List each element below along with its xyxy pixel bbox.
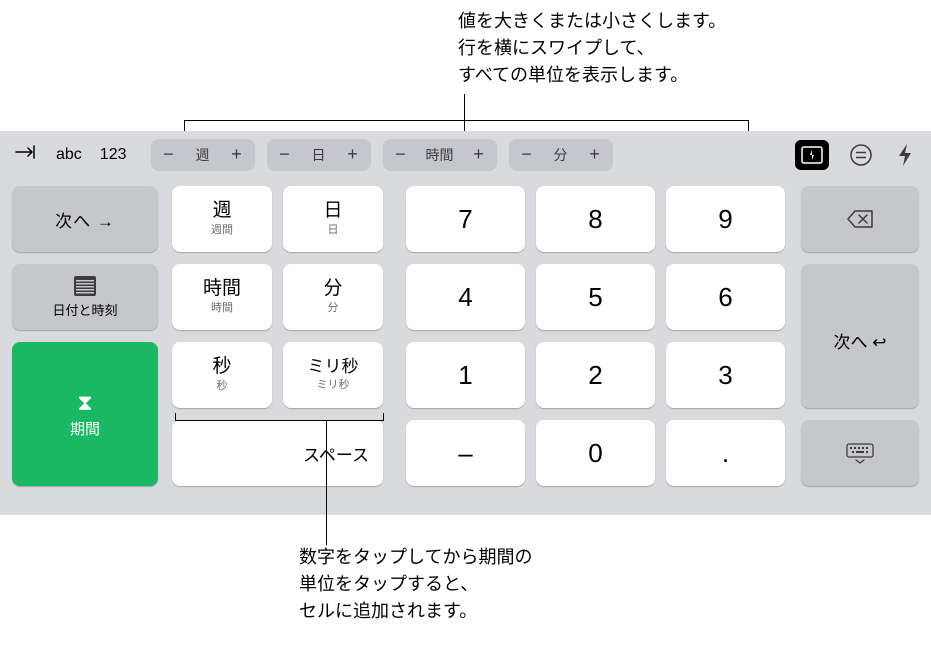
enter-key[interactable]: 次へ ↩︎ bbox=[801, 264, 919, 408]
num-key-9[interactable]: 9 bbox=[666, 186, 785, 252]
stepper-plus-button[interactable]: + bbox=[577, 139, 613, 171]
formula-icon[interactable] bbox=[849, 143, 873, 167]
duration-label: 期間 bbox=[70, 418, 100, 439]
keyboard-panel: abc 123 − 週 + − 日 + − 時間 + − 分 + bbox=[0, 131, 931, 515]
callout-line bbox=[326, 420, 327, 545]
duration-mode-icon[interactable] bbox=[795, 140, 829, 170]
toolbar-left: abc 123 bbox=[14, 142, 127, 167]
unit-sub: 分 bbox=[328, 299, 339, 315]
space-label: スペース bbox=[172, 441, 383, 466]
datetime-button[interactable]: 日付と時刻 bbox=[12, 264, 158, 330]
unit-main: ミリ秒 bbox=[308, 358, 359, 377]
delete-icon bbox=[846, 209, 874, 229]
stepper-label: 週 bbox=[187, 145, 219, 165]
stepper-minus-button[interactable]: − bbox=[267, 139, 303, 171]
stepper-label: 時間 bbox=[419, 145, 461, 165]
num-key-0[interactable]: 0 bbox=[536, 420, 655, 486]
enter-label: 次へ ↩︎ bbox=[834, 328, 887, 353]
num-key-1[interactable]: 1 bbox=[406, 342, 525, 408]
unit-sub: 時間 bbox=[211, 299, 233, 315]
keyboard-toolbar: abc 123 − 週 + − 日 + − 時間 + − 分 + bbox=[0, 131, 931, 178]
unit-stepper-row[interactable]: − 週 + − 日 + − 時間 + − 分 + bbox=[151, 139, 786, 171]
num-key-2[interactable]: 2 bbox=[536, 342, 655, 408]
stepper-plus-button[interactable]: + bbox=[461, 139, 497, 171]
unit-sub: 日 bbox=[328, 221, 339, 237]
next-cell-button[interactable]: 次へ → bbox=[12, 186, 158, 252]
123-mode-button[interactable]: 123 bbox=[100, 146, 127, 164]
stepper-plus-button[interactable]: + bbox=[335, 139, 371, 171]
abc-mode-button[interactable]: abc bbox=[56, 146, 82, 164]
stepper-plus-button[interactable]: + bbox=[219, 139, 255, 171]
key-grid: 次へ → 日付と時刻 ⧗ 期間 週 週間 日 日 時間 時間 分 分 秒 bbox=[0, 186, 931, 506]
unit-sub: 週間 bbox=[211, 221, 233, 237]
datetime-label: 日付と時刻 bbox=[52, 300, 117, 319]
unit-sub: ミリ秒 bbox=[317, 376, 350, 392]
toolbar-right bbox=[795, 140, 917, 170]
delete-key[interactable] bbox=[801, 186, 919, 252]
stepper-label: 日 bbox=[303, 145, 335, 165]
unit-key-day[interactable]: 日 日 bbox=[283, 186, 383, 252]
num-key-7[interactable]: 7 bbox=[406, 186, 525, 252]
calendar-icon bbox=[74, 276, 96, 296]
stepper-minus-button[interactable]: − bbox=[509, 139, 545, 171]
callout-line bbox=[184, 120, 749, 121]
num-key-4[interactable]: 4 bbox=[406, 264, 525, 330]
duration-button[interactable]: ⧗ 期間 bbox=[12, 342, 158, 486]
minus-key[interactable]: – bbox=[406, 420, 525, 486]
unit-main: 秒 bbox=[212, 357, 231, 378]
unit-main: 日 bbox=[323, 201, 342, 222]
stepper-day: − 日 + bbox=[267, 139, 371, 171]
unit-main: 時間 bbox=[203, 279, 241, 300]
num-key-8[interactable]: 8 bbox=[536, 186, 655, 252]
stepper-minus-button[interactable]: − bbox=[151, 139, 187, 171]
hide-keyboard-key[interactable] bbox=[801, 420, 919, 486]
stepper-minus-button[interactable]: − bbox=[383, 139, 419, 171]
stepper-hour: − 時間 + bbox=[383, 139, 497, 171]
callout-line bbox=[175, 420, 384, 421]
num-key-3[interactable]: 3 bbox=[666, 342, 785, 408]
dot-key[interactable]: . bbox=[666, 420, 785, 486]
callout-top: 値を大きくまたは小さくします。 行を横にスワイプして、 すべての単位を表示します… bbox=[458, 8, 726, 89]
stepper-minute: − 分 + bbox=[509, 139, 613, 171]
bolt-icon[interactable] bbox=[893, 143, 917, 167]
unit-key-week[interactable]: 週 週間 bbox=[172, 186, 272, 252]
unit-main: 週 bbox=[212, 201, 231, 222]
unit-key-millisecond[interactable]: ミリ秒 ミリ秒 bbox=[283, 342, 383, 408]
callout-bottom: 数字をタップしてから期間の 単位をタップすると、 セルに追加されます。 bbox=[299, 544, 532, 625]
hourglass-icon: ⧗ bbox=[77, 390, 92, 416]
unit-key-minute[interactable]: 分 分 bbox=[283, 264, 383, 330]
stepper-label: 分 bbox=[545, 145, 577, 165]
callout-line bbox=[383, 413, 384, 421]
next-label: 次へ → bbox=[55, 207, 115, 232]
num-key-5[interactable]: 5 bbox=[536, 264, 655, 330]
tab-icon[interactable] bbox=[14, 142, 38, 167]
unit-main: 分 bbox=[323, 279, 342, 300]
keyboard-hide-icon bbox=[845, 442, 875, 464]
stepper-week: − 週 + bbox=[151, 139, 255, 171]
callout-line bbox=[175, 413, 176, 421]
unit-sub: 秒 bbox=[217, 377, 228, 393]
unit-key-second[interactable]: 秒 秒 bbox=[172, 342, 272, 408]
num-key-6[interactable]: 6 bbox=[666, 264, 785, 330]
space-key[interactable]: スペース bbox=[172, 420, 383, 486]
unit-key-hour[interactable]: 時間 時間 bbox=[172, 264, 272, 330]
